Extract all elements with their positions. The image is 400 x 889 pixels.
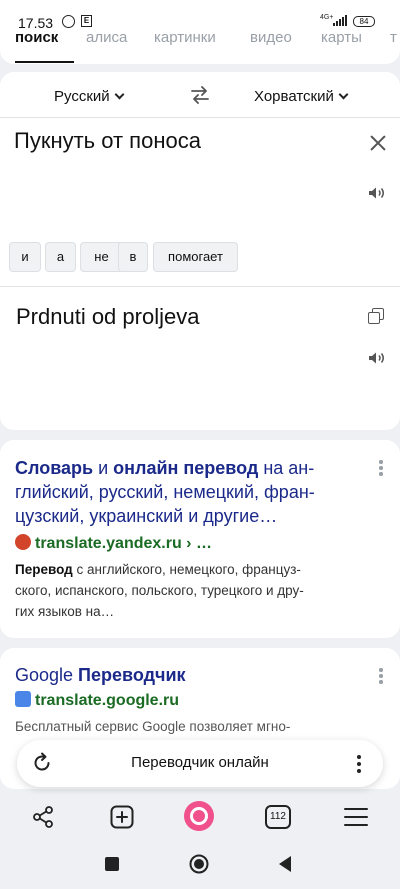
top-header: 17.53 E 4G+ 84 поиск алиса картинки виде…	[0, 0, 400, 64]
swap-languages-icon[interactable]	[190, 86, 210, 104]
target-language-select[interactable]: Хорватский	[254, 88, 349, 105]
search-tabs: поиск алиса картинки видео карты т	[0, 29, 400, 63]
chevron-down-icon	[114, 89, 125, 100]
result-title-part: на ан-	[258, 458, 315, 478]
active-tab-underline	[15, 61, 74, 63]
google-translate-favicon	[15, 691, 31, 707]
result-desc-line: гих языков на…	[15, 604, 115, 619]
alarm-icon	[62, 15, 75, 28]
alice-icon[interactable]	[184, 801, 214, 831]
share-icon[interactable]	[32, 806, 54, 828]
more-options-icon[interactable]	[379, 460, 383, 476]
result-host[interactable]: translate.yandex.ru › …	[15, 534, 212, 553]
more-options-icon[interactable]	[357, 755, 361, 773]
result-title-line: цузский, украинский и другие…	[15, 506, 278, 526]
tab-images[interactable]: картинки	[154, 29, 216, 46]
battery-icon: 84	[353, 16, 375, 27]
suggestion-chip[interactable]: помогает	[153, 242, 238, 272]
result-title-part: Google	[15, 665, 79, 685]
result-title-part: и	[93, 458, 114, 478]
translator-card: Русский Хорватский Пукнуть от поноса и а…	[0, 72, 400, 430]
back-icon[interactable]	[277, 855, 293, 873]
home-icon[interactable]	[189, 854, 209, 874]
result-description: Перевод с английского, немецкого, францу…	[15, 559, 385, 622]
signal-icon	[333, 15, 347, 26]
result-desc-line: с английского, немецкого, француз-	[72, 562, 301, 577]
result-host-suffix: › …	[181, 535, 212, 552]
network-type: 4G+	[320, 14, 334, 21]
recent-apps-icon[interactable]	[105, 857, 119, 871]
source-language-select[interactable]: Русский	[54, 88, 125, 105]
result-title-part: Словарь	[15, 458, 94, 478]
search-pill[interactable]: Переводчик онлайн	[17, 740, 383, 787]
notification-e-icon: E	[81, 15, 92, 27]
result-host-name: translate.yandex.ru	[35, 535, 182, 552]
search-result: Словарь и онлайн перевод на ан- глийский…	[0, 440, 400, 638]
result-title[interactable]: Google Переводчик	[15, 663, 186, 687]
system-navigation-bar	[0, 840, 400, 889]
result-title-part: онлайн перевод	[113, 458, 259, 478]
suggestion-chip[interactable]: не	[80, 242, 123, 272]
menu-icon[interactable]	[344, 807, 368, 827]
chevron-down-icon	[338, 89, 349, 100]
tab-more[interactable]: т	[390, 29, 397, 46]
tabs-count-button[interactable]: 112	[265, 805, 291, 829]
source-language-label: Русский	[54, 88, 110, 105]
speaker-icon[interactable]	[368, 351, 386, 365]
status-bar: 17.53 E 4G+ 84	[0, 0, 400, 31]
result-host[interactable]: translate.google.ru	[15, 691, 179, 710]
result-desc-line: ского, испанского, польского, турецкого …	[15, 583, 304, 598]
result-description: Бесплатный сервис Google позволяет мгно-	[15, 719, 291, 734]
more-options-icon[interactable]	[379, 668, 383, 684]
result-title[interactable]: Словарь и онлайн перевод на ан- глийский…	[15, 456, 315, 528]
tab-video[interactable]: видео	[250, 29, 292, 46]
divider	[0, 117, 400, 118]
copy-icon[interactable]	[368, 308, 384, 324]
tab-maps[interactable]: карты	[321, 29, 362, 46]
speaker-icon[interactable]	[368, 186, 386, 200]
suggestion-chip[interactable]: в	[118, 242, 148, 272]
divider	[0, 286, 400, 287]
tab-search[interactable]: поиск	[15, 29, 58, 46]
result-desc-bold: Перевод	[15, 562, 73, 577]
browser-toolbar: 112	[0, 795, 400, 840]
result-host-name: translate.google.ru	[35, 692, 180, 709]
suggestion-chip[interactable]: и	[9, 242, 41, 272]
new-tab-icon[interactable]	[110, 805, 134, 829]
translation-text: Prdnuti od proljeva	[16, 304, 200, 329]
search-query[interactable]: Переводчик онлайн	[17, 754, 383, 771]
result-title-part: Переводчик	[78, 665, 186, 685]
source-text-input[interactable]: Пукнуть от поноса	[14, 128, 201, 154]
tab-alice[interactable]: алиса	[86, 29, 127, 46]
yandex-translate-favicon	[15, 534, 31, 550]
clear-text-icon[interactable]	[369, 134, 387, 152]
target-language-label: Хорватский	[254, 88, 334, 105]
result-title-line: глийский, русский, немецкий, фран-	[15, 482, 315, 502]
suggestion-chip[interactable]: а	[45, 242, 76, 272]
